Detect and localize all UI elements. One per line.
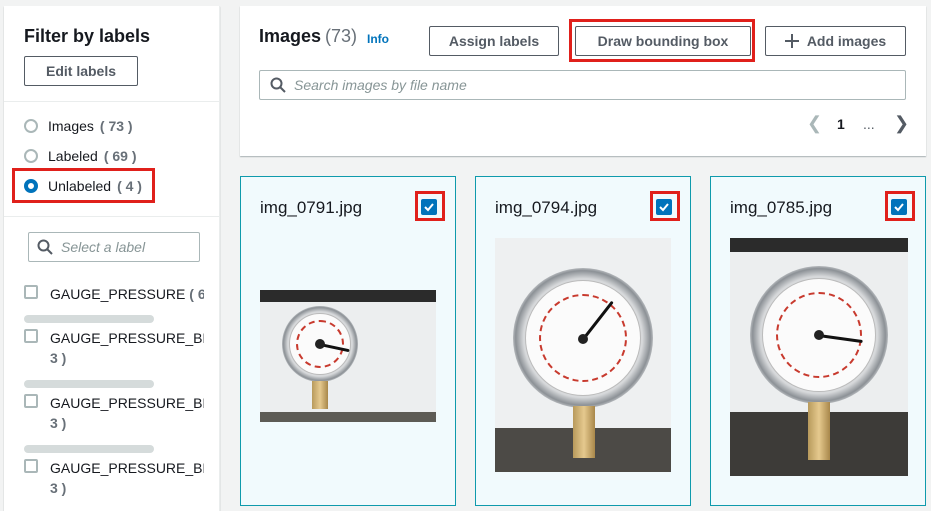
label-search[interactable] [28,232,200,262]
image-card[interactable]: img_0791.jpg [240,176,456,506]
page-number[interactable]: 1 [837,116,845,132]
image-checkbox[interactable] [656,199,672,215]
page-ellipsis: ... [863,116,875,132]
add-images-button[interactable]: Add images [765,26,906,56]
filter-images[interactable]: Images ( 73 ) [24,118,133,134]
checkmark-icon [894,203,904,212]
page-title: Images [259,26,322,46]
label-item[interactable]: GAUGE_PRESSURE_BP_ 3 ) [24,458,204,498]
loading-bar [24,445,154,453]
image-thumbnail[interactable] [260,290,436,422]
radio-button[interactable] [24,149,38,163]
plus-icon [784,34,799,48]
label-item[interactable]: GAUGE_PRESSURE_BP_ 3 ) [24,393,204,433]
image-card[interactable]: img_0794.jpg [475,176,691,506]
highlight-box [569,19,755,62]
image-thumbnail[interactable] [730,238,908,476]
search-icon [270,77,286,93]
image-card[interactable]: img_0785.jpg [710,176,926,506]
divider [4,216,219,217]
checkbox[interactable] [24,394,38,408]
image-filename: img_0794.jpg [495,198,598,217]
sidebar-title: Filter by labels [24,26,151,46]
edit-labels-button[interactable]: Edit labels [24,56,138,86]
checkbox[interactable] [24,459,38,473]
label-item[interactable]: GAUGE_PRESSURE_BP_ 3 ) [24,328,204,368]
search-icon [37,239,53,255]
image-count: (73) [325,26,358,46]
info-link[interactable]: Info [367,32,389,46]
image-checkbox[interactable] [891,199,907,215]
image-thumbnail[interactable] [495,238,671,472]
chevron-right-icon[interactable]: ❯ [894,113,909,134]
loading-bar [24,380,154,388]
image-checkbox[interactable] [421,199,437,215]
image-search[interactable] [259,70,906,100]
checkbox[interactable] [24,329,38,343]
label-item[interactable]: GAUGE_PRESSURE ( 69 [24,284,204,304]
image-filename: img_0785.jpg [730,198,833,217]
checkbox[interactable] [24,285,38,299]
divider [4,101,219,102]
radio-button[interactable] [24,119,38,133]
loading-bar [24,315,154,323]
label-search-input[interactable] [61,239,199,255]
images-header: Images (73) Info Assign labels Draw boun… [240,6,926,156]
filter-labeled[interactable]: Labeled ( 69 ) [24,148,137,164]
assign-labels-button[interactable]: Assign labels [429,26,559,56]
filter-count: ( 73 ) [99,118,133,134]
filter-sidebar: Filter by labels Edit labels Images ( 73… [4,6,220,511]
checkmark-icon [659,203,669,212]
chevron-left-icon[interactable]: ❮ [807,113,822,134]
highlight-box [12,168,155,203]
checkmark-icon [424,203,434,212]
image-search-input[interactable] [294,77,905,93]
image-filename: img_0791.jpg [260,198,363,217]
filter-count: ( 69 ) [103,148,137,164]
